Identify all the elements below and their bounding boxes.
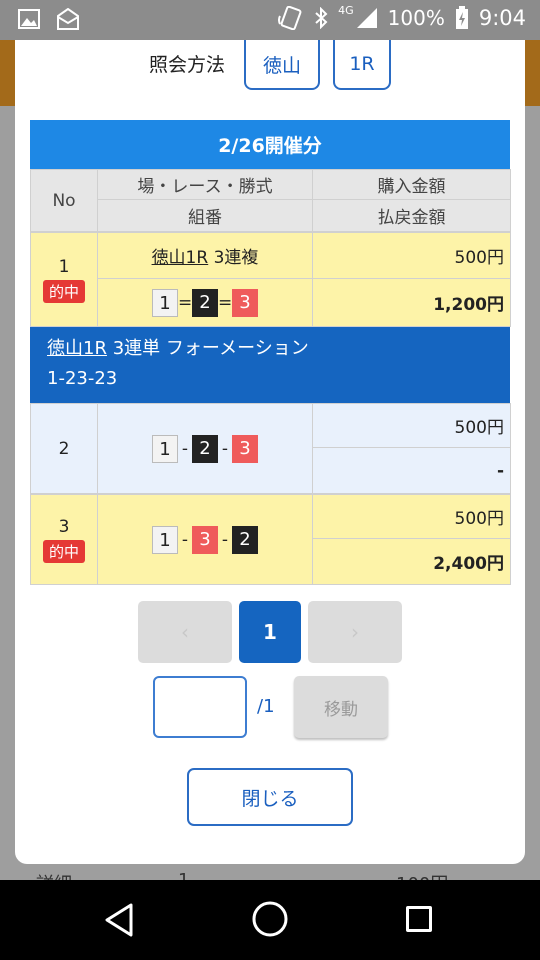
session-header: 2/26開催分: [30, 120, 510, 169]
boat-number-2: 2: [192, 288, 218, 317]
back-icon[interactable]: [103, 902, 135, 938]
column-purchase: 購入金額: [312, 169, 511, 200]
bet-row-1[interactable]: 1 的中 徳山1R 3連複 500円 1 = 2 = 3 1,200円: [30, 232, 511, 327]
purchase-amount: 500円: [312, 232, 511, 279]
boat-number-3: 3: [232, 434, 258, 463]
hit-badge: 的中: [42, 279, 85, 303]
bet-table-header: No 場・レース・勝式 購入金額 組番 払戻金額: [30, 169, 511, 232]
navigation-bar: [0, 880, 540, 960]
race-button[interactable]: 1R: [333, 40, 391, 90]
row-number: 3: [58, 516, 70, 537]
network-label: 4G: [338, 3, 354, 17]
page-number-input[interactable]: [153, 676, 247, 738]
payout-amount: -: [312, 447, 511, 494]
boat-number-1: 1: [152, 288, 178, 317]
combo-separator: -: [181, 529, 189, 550]
boat-number-3: 3: [232, 288, 258, 317]
column-combination: 組番: [97, 199, 313, 232]
bet-row-2[interactable]: 2 1-2-3 500円 -: [30, 403, 511, 494]
combo-separator: =: [178, 292, 193, 313]
boat-number-1: 1: [152, 525, 178, 554]
bet-type: 3連複: [213, 248, 259, 268]
inquiry-method-label: 照会方法: [149, 54, 226, 76]
formation-combo: 1-23-23: [47, 368, 118, 389]
formation-header[interactable]: 徳山1R 3連単 フォーメーション 1-23-23: [30, 327, 510, 403]
combo-separator: -: [181, 438, 189, 459]
combo-separator: -: [221, 438, 229, 459]
status-bar: 4G 100% 9:04: [0, 0, 540, 40]
row-number: 1: [58, 256, 70, 277]
purchase-amount: 500円: [312, 403, 511, 448]
bluetooth-icon: [315, 7, 328, 29]
row-number: 2: [58, 438, 70, 459]
combo-separator: -: [221, 529, 229, 550]
row-no-cell: 3 的中: [30, 494, 98, 585]
payout-amount: 2,400円: [312, 538, 511, 585]
formation-bet-type: 3連単 フォーメーション: [112, 338, 309, 359]
column-race-type: 場・レース・勝式: [97, 169, 313, 200]
bet-history-modal: 照会方法 徳山 1R 2/26開催分 No 場・レース・勝式 購入金額 組番 払…: [15, 40, 525, 864]
combo-separator: =: [218, 292, 233, 313]
bet-list-card: 2/26開催分 No 場・レース・勝式 購入金額 組番 払戻金額 1 的中 徳山…: [30, 120, 511, 585]
boat-number-2: 3: [192, 525, 218, 554]
clock: 9:04: [478, 6, 526, 30]
current-page-button[interactable]: 1: [239, 601, 301, 663]
battery-charging-icon: [455, 6, 468, 29]
inquiry-method-row: 照会方法 徳山 1R: [15, 40, 525, 92]
race-link[interactable]: 徳山1R: [152, 248, 209, 268]
combination-cell: 1-3-2: [97, 494, 313, 585]
page-total: /1: [257, 696, 275, 717]
boat-number-1: 1: [152, 434, 178, 463]
prev-page-button[interactable]: ‹: [138, 601, 232, 663]
race-type-cell: 徳山1R 3連複: [97, 232, 313, 279]
nfc-icon: [278, 6, 302, 30]
combination-cell: 1-2-3: [97, 403, 313, 494]
column-payout: 払戻金額: [312, 199, 511, 232]
battery-percent: 100%: [387, 6, 445, 30]
payout-amount: 1,200円: [312, 278, 511, 327]
home-icon[interactable]: [251, 900, 289, 938]
formation-race-link[interactable]: 徳山1R: [47, 338, 107, 359]
move-page-button[interactable]: 移動: [294, 676, 388, 738]
boat-number-3: 2: [232, 525, 258, 554]
boat-number-2: 2: [192, 434, 218, 463]
signal-icon: [356, 8, 377, 28]
recent-apps-icon[interactable]: [406, 906, 432, 932]
combination-cell: 1 = 2 = 3: [97, 278, 313, 327]
mail-icon: [57, 8, 79, 30]
next-page-button[interactable]: ›: [308, 601, 402, 663]
close-button[interactable]: 閉じる: [187, 768, 353, 826]
bet-row-3[interactable]: 3 的中 1-3-2 500円 2,400円: [30, 494, 511, 585]
column-no: No: [30, 169, 98, 232]
gallery-icon: [18, 9, 40, 29]
purchase-amount: 500円: [312, 494, 511, 539]
hit-badge: 的中: [42, 539, 85, 563]
stadium-button[interactable]: 徳山: [244, 40, 320, 90]
row-no-cell: 2: [30, 403, 98, 494]
row-no-cell: 1 的中: [30, 232, 98, 327]
